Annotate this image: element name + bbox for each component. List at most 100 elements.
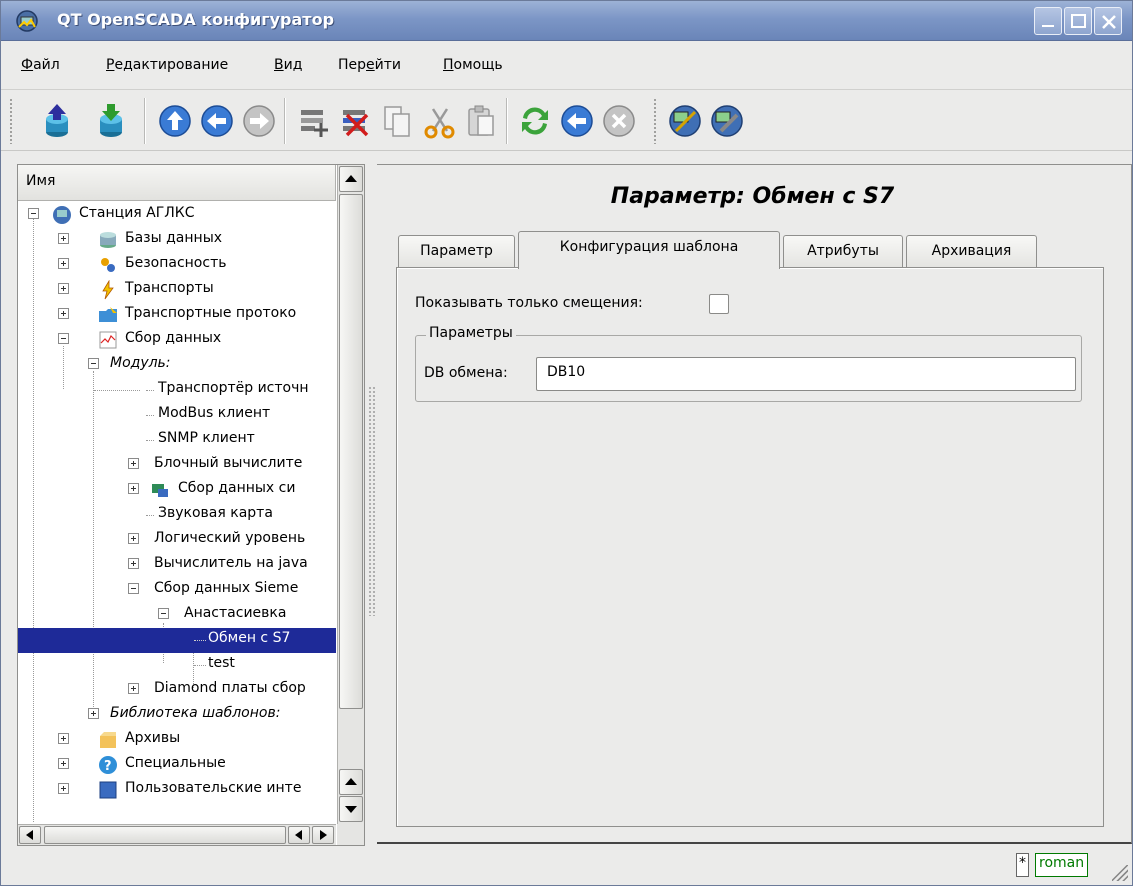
show-offsets-checkbox[interactable]	[709, 294, 729, 314]
tree-item[interactable]: Звуковая карта	[18, 503, 336, 528]
tree-item[interactable]: Логический уровень	[18, 528, 336, 553]
tab-attributes[interactable]: Атрибуты	[783, 235, 903, 269]
back-icon[interactable]	[197, 101, 237, 141]
db-input[interactable]: DB10	[536, 357, 1076, 391]
status-bar: * roman	[1, 847, 1132, 885]
maximize-button[interactable]	[1064, 7, 1092, 35]
collapse-icon[interactable]	[58, 333, 69, 344]
start-icon[interactable]	[557, 101, 597, 141]
app-window: QT OpenSCADA конфигуратор Файл Редактиро…	[0, 0, 1133, 886]
scroll-down-button[interactable]	[339, 796, 363, 822]
tree-item[interactable]: Diamond платы сбор	[18, 678, 336, 703]
tree-item[interactable]: test	[18, 653, 336, 678]
delete-item-icon[interactable]	[335, 101, 375, 141]
station-settings-icon[interactable]	[707, 101, 747, 141]
up-icon[interactable]	[155, 101, 195, 141]
expand-icon[interactable]	[58, 758, 69, 769]
expand-icon[interactable]	[128, 558, 139, 569]
scroll-up-button[interactable]	[339, 166, 363, 192]
toolbar-grip[interactable]	[9, 98, 14, 144]
tree-item-transports[interactable]: Транспорты	[18, 278, 336, 303]
tree-item-modules[interactable]: Модуль:	[18, 353, 336, 378]
db-save-icon[interactable]	[91, 101, 131, 141]
tree-item-user-interfaces[interactable]: Пользовательские инте	[18, 778, 336, 803]
tab-parameter[interactable]: Параметр	[398, 235, 515, 269]
refresh-icon[interactable]	[515, 101, 555, 141]
tree-item[interactable]: SNMP клиент	[18, 428, 336, 453]
menu-help[interactable]: Помощь	[443, 57, 503, 73]
add-item-icon[interactable]	[293, 101, 333, 141]
tree-item[interactable]: Сбор данных си	[18, 478, 336, 503]
tree-item-selected[interactable]: Обмен с S7	[18, 628, 336, 653]
toolbar-separator	[506, 98, 508, 144]
stop-icon[interactable]	[599, 101, 639, 141]
cut-icon[interactable]	[419, 101, 459, 141]
menu-go[interactable]: Перейти	[338, 57, 401, 73]
tree-item-station[interactable]: Станция АГЛКС	[18, 203, 336, 228]
menu-edit[interactable]: Редактирование	[106, 57, 228, 73]
copy-icon[interactable]	[377, 101, 417, 141]
lightning-icon	[102, 280, 114, 300]
tree-item[interactable]: Библиотека шаблонов:	[18, 703, 336, 728]
expand-icon[interactable]	[58, 283, 69, 294]
tree-item[interactable]: Транспортёр источн	[18, 378, 336, 403]
close-button[interactable]	[1094, 7, 1122, 35]
db-load-icon[interactable]	[37, 101, 77, 141]
tree-item-special[interactable]: ? Специальные	[18, 753, 336, 778]
tree-item[interactable]: Вычислитель на java	[18, 553, 336, 578]
expand-icon[interactable]	[128, 458, 139, 469]
resize-grip[interactable]	[1112, 865, 1128, 881]
user-indicator[interactable]: roman	[1035, 853, 1089, 877]
tree-item-archives[interactable]: Архивы	[18, 728, 336, 753]
scroll-left-button[interactable]	[288, 826, 310, 844]
tree-item[interactable]: Блочный вычислите	[18, 453, 336, 478]
tree-item[interactable]: Сбор данных Sieme	[18, 578, 336, 603]
scroll-right-button[interactable]	[312, 826, 334, 844]
collapse-icon[interactable]	[128, 583, 139, 594]
expand-icon[interactable]	[58, 233, 69, 244]
expand-icon[interactable]	[128, 483, 139, 494]
tree-item[interactable]: ModBus клиент	[18, 403, 336, 428]
panel-splitter[interactable]	[368, 386, 376, 616]
scroll-thumb[interactable]	[44, 826, 286, 844]
expand-icon[interactable]	[58, 258, 69, 269]
show-offsets-label: Показывать только смещения:	[415, 295, 643, 311]
toolbar-grip[interactable]	[653, 98, 658, 144]
title-bar[interactable]: QT OpenSCADA конфигуратор	[1, 1, 1132, 41]
scroll-thumb[interactable]	[339, 194, 363, 709]
tree-item-transport-protocols[interactable]: Транспортные протоко	[18, 303, 336, 328]
menu-view[interactable]: Вид	[274, 57, 302, 73]
content-panel: Параметр: Обмен с S7 Параметр Конфигурац…	[377, 164, 1132, 844]
menu-file[interactable]: Файл	[21, 57, 60, 73]
tree-item-data-acquisition[interactable]: Сбор данных	[18, 328, 336, 353]
tab-archiving[interactable]: Архивация	[906, 235, 1037, 269]
scroll-up-button[interactable]	[339, 769, 363, 795]
forward-icon[interactable]	[239, 101, 279, 141]
toolbar-separator	[284, 98, 286, 144]
arrow-left-icon	[26, 830, 33, 840]
tab-template-config[interactable]: Конфигурация шаблона	[518, 231, 780, 269]
expand-icon[interactable]	[58, 733, 69, 744]
expand-icon[interactable]	[128, 533, 139, 544]
minimize-button[interactable]	[1034, 7, 1062, 35]
expand-icon[interactable]	[58, 308, 69, 319]
expand-icon[interactable]	[88, 708, 99, 719]
scroll-left-button[interactable]	[19, 826, 41, 844]
station-icon[interactable]	[665, 101, 705, 141]
maximize-icon	[1071, 14, 1086, 28]
tree-connector	[146, 440, 154, 441]
paste-icon[interactable]	[461, 101, 501, 141]
collapse-icon[interactable]	[28, 208, 39, 219]
tree-item-databases[interactable]: Базы данных	[18, 228, 336, 253]
tree-item[interactable]: Анастасиевка	[18, 603, 336, 628]
expand-icon[interactable]	[128, 683, 139, 694]
collapse-icon[interactable]	[88, 358, 99, 369]
tree-connector	[146, 390, 154, 391]
security-icon	[101, 258, 115, 272]
tree-horizontal-scrollbar[interactable]	[18, 824, 336, 845]
tree-vertical-scrollbar[interactable]	[337, 165, 364, 824]
tree-column-header[interactable]: Имя	[18, 165, 336, 201]
tree-item-security[interactable]: Безопасность	[18, 253, 336, 278]
collapse-icon[interactable]	[158, 608, 169, 619]
expand-icon[interactable]	[58, 783, 69, 794]
